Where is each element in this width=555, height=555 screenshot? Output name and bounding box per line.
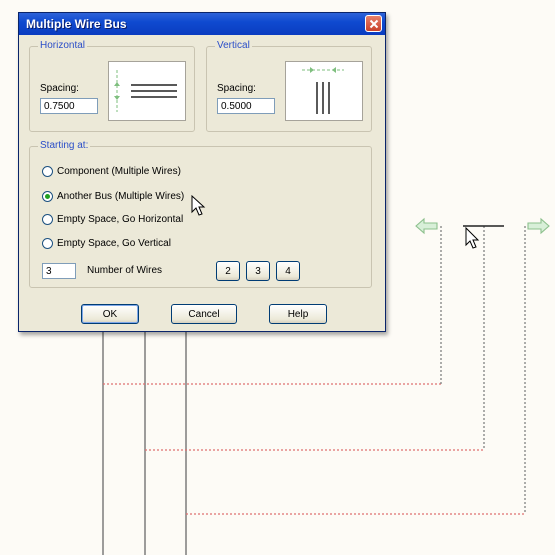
starting-at-legend: Starting at:	[38, 140, 91, 151]
vertical-legend: Vertical	[215, 40, 252, 51]
dialog-title: Multiple Wire Bus	[26, 17, 127, 31]
bus-arrow-right-icon[interactable]	[527, 217, 550, 235]
radio-button[interactable]	[42, 213, 53, 225]
close-button[interactable]	[365, 15, 382, 32]
radio-label: Empty Space, Go Horizontal	[57, 213, 184, 225]
horizontal-group: Horizontal Spacing: 0.7500	[29, 40, 195, 132]
cancel-button[interactable]: Cancel	[171, 304, 237, 324]
multiple-wire-bus-dialog: Multiple Wire Bus Horizontal Spacing: 0.…	[18, 12, 386, 332]
wires-preset-3-button[interactable]: 3	[246, 261, 270, 281]
radio-label: Another Bus (Multiple Wires)	[57, 190, 185, 202]
radio-another-bus-multiple-wires[interactable]: Another Bus (Multiple Wires)	[42, 188, 184, 204]
radio-button[interactable]	[42, 165, 53, 177]
wires-preset-2-button[interactable]: 2	[216, 261, 240, 281]
vertical-group: Vertical Spacing: 0.5000	[206, 40, 372, 132]
bus-arrow-left-icon[interactable]	[415, 217, 438, 235]
horizontal-spacing-input[interactable]: 0.7500	[40, 98, 98, 114]
number-of-wires-label: Number of Wires	[87, 265, 163, 276]
number-of-wires-input[interactable]: 3	[42, 263, 76, 279]
radio-label: Empty Space, Go Vertical	[57, 237, 171, 249]
vertical-spacing-input[interactable]: 0.5000	[217, 98, 275, 114]
radio-component-multiple-wires[interactable]: Component (Multiple Wires)	[42, 163, 181, 179]
ok-button[interactable]: OK	[81, 304, 139, 324]
cursor-pointer-icon	[465, 226, 480, 249]
horizontal-spacing-preview	[108, 61, 186, 121]
radio-button-checked[interactable]	[42, 190, 53, 202]
mouse-cursor-icon	[191, 195, 206, 216]
close-icon	[369, 19, 378, 28]
starting-at-group: Starting at: Component (Multiple Wires) …	[29, 140, 372, 288]
dialog-titlebar[interactable]: Multiple Wire Bus	[19, 13, 385, 35]
radio-empty-space-go-horizontal[interactable]: Empty Space, Go Horizontal	[42, 211, 183, 227]
horizontal-legend: Horizontal	[38, 40, 88, 51]
wires-preset-4-button[interactable]: 4	[276, 261, 300, 281]
radio-empty-space-go-vertical[interactable]: Empty Space, Go Vertical	[42, 235, 171, 251]
radio-button[interactable]	[42, 237, 53, 249]
help-button[interactable]: Help	[269, 304, 327, 324]
vertical-spacing-label: Spacing:	[217, 83, 256, 94]
radio-label: Component (Multiple Wires)	[57, 165, 181, 177]
horizontal-spacing-label: Spacing:	[40, 83, 79, 94]
vertical-spacing-preview	[285, 61, 363, 121]
